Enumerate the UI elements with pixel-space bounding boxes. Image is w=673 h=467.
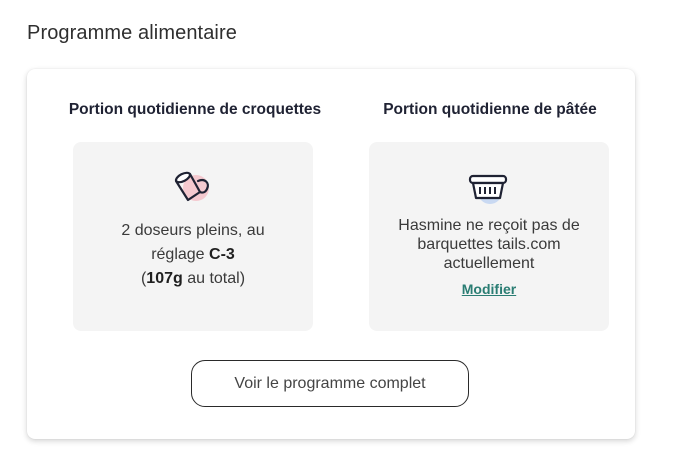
scoop-icon — [169, 164, 217, 208]
kibble-line-1: 2 doseurs pleins, au — [121, 222, 265, 239]
modify-link[interactable]: Modifier — [379, 280, 599, 299]
food-tray-icon — [465, 168, 513, 208]
kibble-amount: 107g — [146, 270, 183, 287]
feeding-plan-card: Portion quotidienne de croquettes Portio… — [27, 69, 635, 439]
kibble-line-2-prefix: réglage — [151, 246, 210, 263]
section-title: Programme alimentaire — [27, 22, 237, 44]
wet-food-portion-heading: Portion quotidienne de pâtée — [383, 101, 597, 118]
wet-food-portion-text: Hasmine ne reçoit pas de barquettes tail… — [379, 216, 599, 299]
wet-food-message: Hasmine ne reçoit pas de barquettes tail… — [398, 217, 580, 272]
kibble-portion-text: 2 doseurs pleins, au réglage C-3 (107g a… — [83, 219, 303, 291]
kibble-portion-heading: Portion quotidienne de croquettes — [68, 101, 322, 118]
wet-food-portion-panel: Hasmine ne reçoit pas de barquettes tail… — [369, 142, 609, 331]
view-full-program-button[interactable]: Voir le programme complet — [191, 360, 469, 407]
kibble-portion-panel: 2 doseurs pleins, au réglage C-3 (107g a… — [73, 142, 313, 331]
kibble-setting: C-3 — [209, 246, 235, 263]
kibble-line-3-suffix: au total) — [182, 270, 246, 287]
